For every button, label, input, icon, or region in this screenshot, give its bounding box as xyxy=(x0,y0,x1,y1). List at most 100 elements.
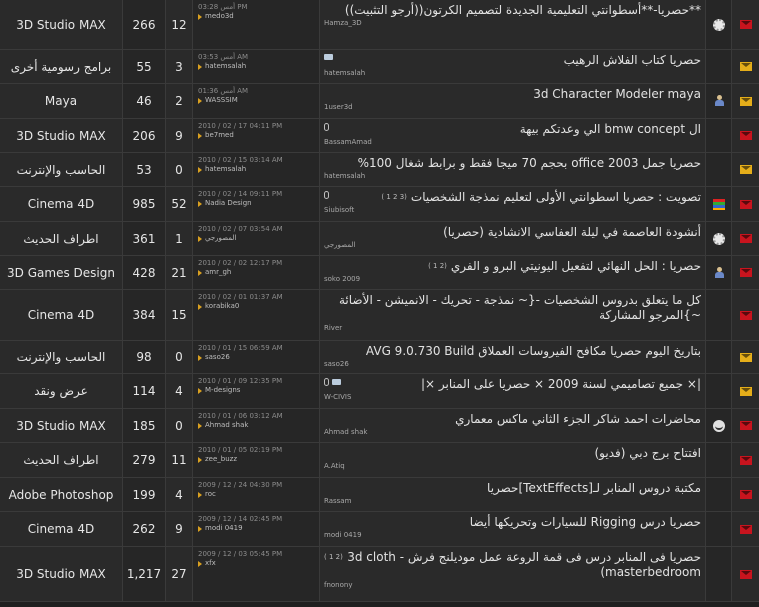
table-row[interactable]: برامج رسومية أخرى 55 3 أمس 03:53 AM hatemsal… xyxy=(0,50,759,84)
thread-author[interactable]: saso26 xyxy=(324,360,701,368)
thread-pages-link[interactable]: ( 1 2 3) xyxy=(381,193,407,201)
thread-title-link[interactable]: مكتبة دروس المنابر لـ[TextEffects]حصريا xyxy=(487,481,701,496)
table-row[interactable]: 3D Studio MAX 266 12 أمس 03:28 PM medo3d **حص… xyxy=(0,0,759,50)
thread-title-link[interactable]: ال bmw concept الي وعدتكم بيهة xyxy=(520,122,701,137)
forum-name-link[interactable]: Adobe Photoshop xyxy=(0,478,123,511)
go-to-last-post-icon[interactable] xyxy=(198,491,202,498)
last-post-user[interactable]: korabika0 xyxy=(198,302,319,311)
thread-author[interactable]: المصورجي xyxy=(324,241,701,249)
forum-name-link[interactable]: الحاسب والإنترنت xyxy=(0,153,123,186)
last-post-user[interactable]: zee_buzz xyxy=(198,455,319,464)
forum-name-link[interactable]: اطراف الحديث xyxy=(0,443,123,477)
thread-title-link[interactable]: حصريا : الحل النهائي لتفعيل اليونيتي الب… xyxy=(451,259,701,274)
last-post-user[interactable]: be7med xyxy=(198,131,319,140)
last-post-user[interactable]: المصورجي xyxy=(198,234,319,243)
thread-author[interactable]: modi 0419 xyxy=(324,531,701,539)
thread-title-link[interactable]: حصريا فى المنابر درس فى قمة الروعة عمل م… xyxy=(347,550,701,580)
thread-author[interactable]: Rassam xyxy=(324,497,701,505)
thread-pages-link[interactable]: ( 1 2) xyxy=(428,262,447,270)
thread-title-link[interactable]: بتاريخ اليوم حصريا مكافح الفيروسات العمل… xyxy=(366,344,701,359)
table-row[interactable]: عرض ونقد 114 4 2010 / 01 / 09 12:35 PM M-des… xyxy=(0,374,759,409)
forum-name-link[interactable]: 3D Studio MAX xyxy=(0,409,123,442)
thread-title-link[interactable]: كل ما يتعلق بدروس الشخصيات -{~ نمذجة - ت… xyxy=(324,293,701,323)
forum-name-link[interactable]: Maya xyxy=(0,84,123,118)
go-to-last-post-icon[interactable] xyxy=(198,422,202,429)
last-post-username[interactable]: zee_buzz xyxy=(205,455,237,464)
replies-count[interactable]: 21 xyxy=(166,256,193,289)
go-to-last-post-icon[interactable] xyxy=(198,63,202,70)
last-post-username[interactable]: korabika0 xyxy=(205,302,239,311)
replies-count[interactable]: 4 xyxy=(166,374,193,408)
thread-author[interactable]: River xyxy=(324,324,701,332)
table-row[interactable]: Cinema 4D 985 52 2010 / 02 / 14 09:11 PM Nad… xyxy=(0,187,759,222)
thread-title-link[interactable]: محاضرات احمد شاكر الجزء الثاني ماكس معما… xyxy=(455,412,701,427)
thread-author[interactable]: Ahmad shak xyxy=(324,428,701,436)
last-post-user[interactable]: hatemsalah xyxy=(198,165,319,174)
go-to-last-post-icon[interactable] xyxy=(198,166,202,173)
thread-author[interactable]: BassamAmad xyxy=(324,138,701,146)
replies-count[interactable]: 1 xyxy=(166,222,193,255)
thread-title-link[interactable]: |× جميع تصاميمي لسنة 2009 × حصريا على ال… xyxy=(421,377,701,392)
go-to-last-post-icon[interactable] xyxy=(198,97,202,104)
forum-name-link[interactable]: عرض ونقد xyxy=(0,374,123,408)
thread-author[interactable]: soko 2009 xyxy=(324,275,701,283)
table-row[interactable]: 3D Studio MAX 185 0 2010 / 01 / 06 03:12 AM… xyxy=(0,409,759,443)
forum-name-link[interactable]: 3D Games Design xyxy=(0,256,123,289)
thread-title-link[interactable]: تصويت : حصريا اسطوانتي الأولى لتعليم نمذ… xyxy=(411,190,701,205)
thread-author[interactable]: 1user3d xyxy=(324,103,701,111)
replies-count[interactable]: 52 xyxy=(166,187,193,221)
thread-author[interactable]: A.Atiq xyxy=(324,462,701,470)
last-post-user[interactable]: M-designs xyxy=(198,386,319,395)
forum-name-link[interactable]: Cinema 4D xyxy=(0,290,123,340)
go-to-last-post-icon[interactable] xyxy=(198,13,202,20)
table-row[interactable]: 3D Games Design 428 21 2010 / 02 / 02 12:17… xyxy=(0,256,759,290)
go-to-last-post-icon[interactable] xyxy=(198,200,202,207)
last-post-user[interactable]: modi 0419 xyxy=(198,524,319,533)
forum-name-link[interactable]: برامج رسومية أخرى xyxy=(0,50,123,83)
thread-title-link[interactable]: افتتاح برج دبي (فديو) xyxy=(595,446,702,461)
last-post-username[interactable]: M-designs xyxy=(205,386,240,395)
thread-author[interactable]: fnonony xyxy=(324,581,701,589)
go-to-last-post-icon[interactable] xyxy=(198,269,202,276)
last-post-username[interactable]: Ahmad shak xyxy=(205,421,248,430)
table-row[interactable]: 3D Studio MAX 1,217 27 2009 / 12 / 03 05:45… xyxy=(0,547,759,602)
replies-count[interactable]: 0 xyxy=(166,409,193,442)
forum-name-link[interactable]: 3D Studio MAX xyxy=(0,0,123,49)
replies-count[interactable]: 12 xyxy=(166,0,193,49)
forum-name-link[interactable]: 3D Studio MAX xyxy=(0,547,123,601)
thread-title-link[interactable]: حصريا جمل office 2003 بحجم 70 ميجا فقط و… xyxy=(358,156,701,171)
forum-name-link[interactable]: اطراف الحديث xyxy=(0,222,123,255)
forum-name-link[interactable]: 3D Studio MAX xyxy=(0,119,123,152)
go-to-last-post-icon[interactable] xyxy=(198,303,202,310)
thread-author[interactable]: hatemsalah xyxy=(324,172,701,180)
table-row[interactable]: Adobe Photoshop 199 4 2009 / 12 / 24 04:30 … xyxy=(0,478,759,512)
last-post-user[interactable]: saso26 xyxy=(198,353,319,362)
last-post-user[interactable]: Nadia Design xyxy=(198,199,319,208)
go-to-last-post-icon[interactable] xyxy=(198,456,202,463)
last-post-username[interactable]: medo3d xyxy=(205,12,234,21)
thread-title-link[interactable]: حصريا درس Rigging للسيارات وتحريكها أيضا xyxy=(470,515,701,530)
last-post-user[interactable]: hatemsalah xyxy=(198,62,319,71)
replies-count[interactable]: 4 xyxy=(166,478,193,511)
last-post-user[interactable]: medo3d xyxy=(198,12,319,21)
thread-title-link[interactable]: **حصريا-**أسطوانتي التعليمية الجديدة لتص… xyxy=(345,3,701,18)
replies-count[interactable]: 9 xyxy=(166,512,193,546)
last-post-user[interactable]: Ahmad shak xyxy=(198,421,319,430)
table-row[interactable]: الحاسب والإنترنت 53 0 2010 / 02 / 15 03:14 … xyxy=(0,153,759,187)
table-row[interactable]: اطراف الحديث 361 1 2010 / 02 / 07 03:54 AM ا… xyxy=(0,222,759,256)
table-row[interactable]: Cinema 4D 262 9 2009 / 12 / 14 02:45 PM modi… xyxy=(0,512,759,547)
last-post-user[interactable]: xfx xyxy=(198,559,319,568)
replies-count[interactable]: 27 xyxy=(166,547,193,601)
table-row[interactable]: 3D Studio MAX 206 9 2010 / 02 / 17 04:11 PM… xyxy=(0,119,759,153)
last-post-username[interactable]: modi 0419 xyxy=(205,524,243,533)
last-post-username[interactable]: be7med xyxy=(205,131,234,140)
last-post-username[interactable]: Nadia Design xyxy=(205,199,252,208)
replies-count[interactable]: 2 xyxy=(166,84,193,118)
table-row[interactable]: اطراف الحديث 279 11 2010 / 01 / 05 02:19 PM… xyxy=(0,443,759,478)
thread-pages-link[interactable]: ( 1 2) xyxy=(324,553,343,561)
last-post-user[interactable]: amr_gh xyxy=(198,268,319,277)
thread-author[interactable]: hatemsalah xyxy=(324,69,701,77)
replies-count[interactable]: 0 xyxy=(166,341,193,373)
last-post-user[interactable]: WASSSIM xyxy=(198,96,319,105)
thread-title-link[interactable]: 3d Character Modeler maya xyxy=(533,87,701,102)
